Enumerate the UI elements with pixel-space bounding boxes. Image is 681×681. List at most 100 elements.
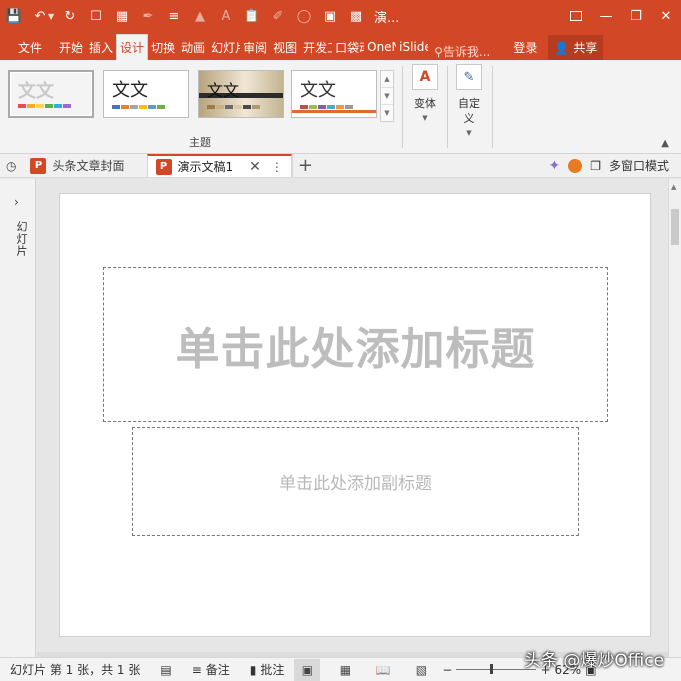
- chevron-down-icon: ▼: [422, 114, 428, 122]
- theme-sample-text: 文文: [207, 81, 240, 100]
- color-swatch-icon[interactable]: ▩: [344, 4, 368, 28]
- share-button[interactable]: 👤 共享: [548, 35, 604, 60]
- login-link[interactable]: 登录: [510, 34, 540, 60]
- doc-tab-2[interactable]: P 演示文稿1 ✕ ⋮: [146, 154, 292, 177]
- group-divider: [447, 66, 448, 148]
- chevron-down-icon[interactable]: ▼: [48, 12, 56, 21]
- tab-review[interactable]: 审阅: [240, 34, 270, 60]
- multi-window-icon[interactable]: ❐: [590, 159, 601, 173]
- new-file-icon[interactable]: ☐: [84, 4, 108, 28]
- zoom-out-icon[interactable]: −: [442, 663, 452, 677]
- tell-me-box[interactable]: ⚲ 告诉我...: [434, 43, 490, 60]
- brush-icon[interactable]: ✐: [266, 4, 290, 28]
- comments-button[interactable]: ▮ 批注: [240, 661, 295, 678]
- accessibility-icon[interactable]: ▤: [150, 663, 181, 677]
- slide[interactable]: 单击此处添加标题 单击此处添加副标题: [59, 193, 651, 637]
- title-placeholder[interactable]: 单击此处添加标题: [103, 267, 608, 422]
- tab-transitions[interactable]: 切换: [148, 34, 178, 60]
- thumbnail-pane-label[interactable]: 幻灯片: [13, 221, 29, 257]
- close-icon[interactable]: ✕: [651, 0, 681, 32]
- theme-color-swatch: [243, 105, 251, 109]
- table-icon[interactable]: ▦: [110, 4, 134, 28]
- paste-icon[interactable]: 📋: [240, 4, 264, 28]
- theme-color-swatch: [225, 105, 233, 109]
- multi-window-label[interactable]: 多窗口模式: [609, 157, 669, 174]
- align-icon[interactable]: ≡: [162, 4, 186, 28]
- normal-view-icon[interactable]: ▣: [294, 658, 321, 681]
- new-tab-button[interactable]: +: [291, 154, 318, 177]
- tab-onenote[interactable]: OneNote: [364, 34, 396, 60]
- reading-view-icon[interactable]: 📖: [370, 659, 396, 681]
- close-tab-icon[interactable]: ✕: [249, 159, 261, 175]
- restore-icon[interactable]: ❐: [621, 0, 651, 32]
- scroll-up-icon[interactable]: ▲: [381, 71, 393, 88]
- theme-thumbnail-3[interactable]: 文文: [198, 70, 284, 118]
- vertical-scrollbar[interactable]: ▲: [668, 179, 681, 657]
- tab-slideshow[interactable]: 幻灯片放映: [208, 34, 240, 60]
- fit-slide-icon[interactable]: ▣: [585, 663, 596, 677]
- shape-icon[interactable]: ◯: [292, 4, 316, 28]
- save-icon[interactable]: 💾: [2, 4, 26, 28]
- theme-color-swatch: [157, 105, 165, 109]
- redo-icon[interactable]: ↻: [58, 4, 82, 28]
- powerpoint-icon: P: [30, 157, 47, 174]
- zoom-slider[interactable]: [456, 664, 537, 674]
- pin-icon[interactable]: ✦: [548, 158, 560, 174]
- theme-color-swatch: [54, 104, 62, 108]
- theme-thumbnail-4[interactable]: 文文: [291, 70, 377, 118]
- comments-label: 批注: [260, 663, 285, 677]
- theme-color-swatch: [336, 105, 344, 109]
- tab-view[interactable]: 视图: [270, 34, 300, 60]
- settings-icon[interactable]: [568, 158, 583, 173]
- font-color-icon[interactable]: A: [214, 4, 238, 28]
- theme-color-swatch: [139, 105, 147, 109]
- tab-islide[interactable]: iSlide: [396, 34, 428, 60]
- share-label: 共享: [573, 41, 598, 55]
- tab-home[interactable]: 开始: [56, 34, 86, 60]
- variants-label: 变体: [414, 97, 436, 110]
- tab-insert[interactable]: 插入: [86, 34, 116, 60]
- slide-counter: 幻灯片 第 1 张，共 1 张: [10, 663, 141, 677]
- tab-animations[interactable]: 动画: [178, 34, 208, 60]
- zoom-control: − + 62% ▣: [442, 663, 596, 677]
- theme-thumbnail-office[interactable]: 文文: [8, 70, 94, 118]
- theme-color-strip: [112, 105, 165, 109]
- scroll-up-icon[interactable]: ▲: [671, 183, 676, 191]
- scroll-thumb[interactable]: [671, 209, 679, 245]
- ribbon-tab-bar: 文件 开始 插入 设计 切换 动画 幻灯片放映 审阅 视图 开发工具 口袋动画 …: [0, 32, 681, 60]
- zoom-level[interactable]: 62%: [555, 663, 582, 677]
- doc-tab-1[interactable]: P 头条文章封面: [22, 154, 132, 177]
- doc-tab-2-label: 演示文稿1: [177, 160, 234, 174]
- tab-design[interactable]: 设计: [116, 34, 149, 60]
- slide-sorter-icon[interactable]: ▦: [332, 659, 358, 681]
- slideshow-icon[interactable]: ▧: [408, 659, 434, 681]
- notes-button[interactable]: ≡ 备注: [182, 661, 240, 678]
- theme-color-swatch: [36, 104, 44, 108]
- zoom-slider-knob[interactable]: [490, 664, 494, 674]
- customize-button[interactable]: ✎ 自定义 ▼: [449, 64, 489, 141]
- crop-icon[interactable]: ▣: [318, 4, 342, 28]
- theme-color-swatch: [18, 104, 26, 108]
- slide-editing-area: 单击此处添加标题 单击此处添加副标题: [37, 179, 668, 657]
- minimize-icon[interactable]: —: [591, 0, 621, 32]
- theme-color-swatch: [207, 105, 215, 109]
- variants-button[interactable]: A 变体 ▼: [405, 64, 445, 126]
- ribbon-display-icon[interactable]: [561, 0, 591, 32]
- more-options-icon[interactable]: ⋮: [271, 160, 283, 174]
- tab-pocket-animation[interactable]: 口袋动画: [332, 34, 364, 60]
- theme-color-swatch: [327, 105, 335, 109]
- tab-file[interactable]: 文件: [0, 34, 56, 60]
- gallery-more-icon[interactable]: ▼: [381, 105, 393, 121]
- eyedropper-icon[interactable]: ✒: [136, 4, 160, 28]
- subtitle-placeholder[interactable]: 单击此处添加副标题: [132, 427, 579, 536]
- theme-thumbnail-2[interactable]: 文文: [103, 70, 189, 118]
- theme-color-swatch: [345, 105, 353, 109]
- theme-gallery: 文文 文文 文文 文文 ▲ ▼ ▼: [6, 66, 396, 128]
- zoom-in-icon[interactable]: +: [540, 663, 550, 677]
- history-icon[interactable]: ◷: [0, 154, 22, 177]
- expand-pane-icon[interactable]: ›: [14, 195, 19, 209]
- collapse-ribbon-icon[interactable]: ▲: [661, 138, 669, 149]
- tab-developer[interactable]: 开发工具: [300, 34, 332, 60]
- fill-icon[interactable]: ▲: [188, 4, 212, 28]
- scroll-down-icon[interactable]: ▼: [381, 88, 393, 105]
